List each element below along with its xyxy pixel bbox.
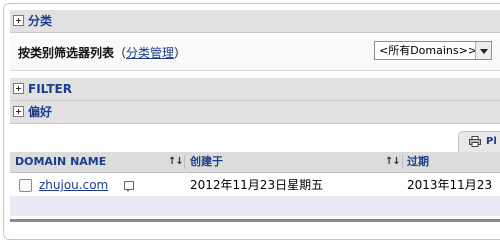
select-value: <所有Domains>> <box>379 44 478 57</box>
sort-icon[interactable]: ↑↓ <box>385 152 401 172</box>
table-bottom-bar <box>10 219 500 222</box>
sort-icon[interactable]: ↑↓ <box>168 152 184 172</box>
filter-section-title: FILTER <box>28 82 72 96</box>
column-header-created[interactable]: 创建于 <box>190 152 223 172</box>
domain-category-select[interactable]: <所有Domains>> <box>374 41 492 60</box>
filter-label-text: 按类别筛选器列表 <box>18 46 115 60</box>
domain-link[interactable]: zhujou.com <box>39 174 108 196</box>
expand-icon[interactable] <box>13 106 24 117</box>
table-row-empty <box>10 196 500 216</box>
preferences-section-header[interactable]: 偏好 <box>10 101 500 124</box>
paren-open: （ <box>114 46 127 60</box>
filter-label: 按类别筛选器列表（分类管理） <box>18 44 186 61</box>
expand-icon[interactable] <box>13 15 24 26</box>
manage-categories-link[interactable]: 分类管理 <box>126 46 174 60</box>
row-select-checkbox[interactable] <box>19 179 32 192</box>
created-date-cell: 2012年11月23日星期五 <box>190 178 324 192</box>
column-header-expires[interactable]: 过期 <box>407 152 429 172</box>
expires-date-cell: 2013年11月23 <box>407 178 493 192</box>
print-tab-label: Pl <box>486 136 497 147</box>
chevron-down-icon[interactable] <box>475 42 491 59</box>
column-divider <box>184 155 185 169</box>
table-header: DOMAIN NAME ↑↓ 创建于 ↑↓ 过期 <box>10 152 500 173</box>
expand-icon[interactable] <box>13 83 24 94</box>
column-divider <box>402 155 403 169</box>
category-filter-row: 按类别筛选器列表（分类管理） <所有Domains>> <box>10 34 500 71</box>
printer-icon <box>469 136 481 147</box>
note-icon[interactable] <box>124 181 134 192</box>
filter-section-header[interactable]: FILTER <box>10 78 500 101</box>
category-section-title: 分类 <box>28 14 53 28</box>
paren-close: ） <box>174 46 187 60</box>
column-header-domain-name[interactable]: DOMAIN NAME <box>15 152 106 172</box>
table-row: zhujou.com 2012年11月23日星期五 2013年11月23 <box>10 174 500 196</box>
category-section-header[interactable]: 分类 <box>10 10 500 33</box>
preferences-section-title: 偏好 <box>28 105 53 119</box>
print-tab[interactable]: Pl <box>458 131 500 154</box>
